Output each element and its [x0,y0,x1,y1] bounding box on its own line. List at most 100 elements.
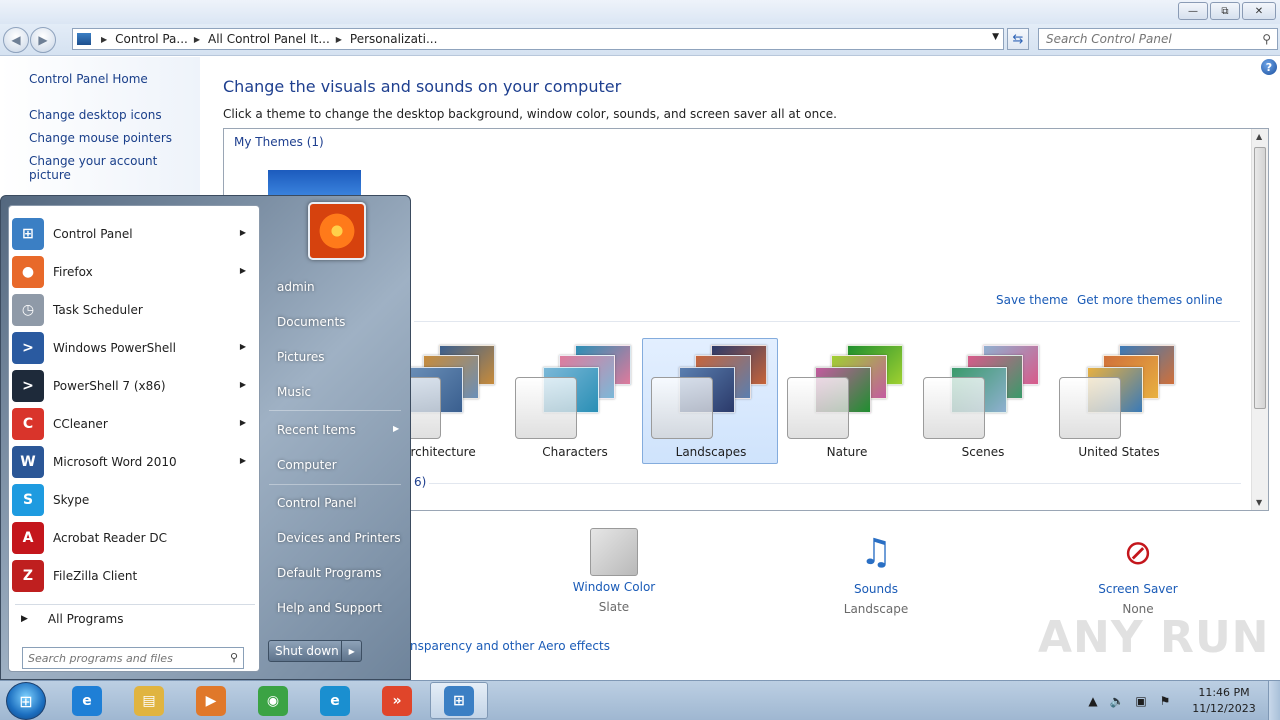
close-button[interactable]: ✕ [1242,2,1276,20]
submenu-arrow-icon[interactable]: ▶ [240,456,246,465]
change-mouse-pointers-link[interactable]: Change mouse pointers [29,131,172,145]
sounds-value: Landscape [843,602,909,616]
scrollbar-thumb[interactable] [1254,147,1266,409]
recent-items-link[interactable]: Recent Items [277,423,356,437]
submenu-arrow-icon[interactable]: ▶ [240,342,246,351]
start-button[interactable]: ⊞ [6,682,46,720]
control-panel-home-link[interactable]: Control Panel Home [29,72,148,86]
start-menu-program[interactable]: > PowerShell 7 (x86) ▶ [12,368,256,404]
documents-link[interactable]: Documents [277,315,345,329]
search-icon[interactable]: ⚲ [230,651,238,664]
clock[interactable]: 11:46 PM 11/12/2023 [1184,685,1264,717]
breadcrumb-personalization[interactable]: Personalizati... [350,32,437,46]
start-menu-program[interactable]: C CCleaner ▶ [12,406,256,442]
scroll-down-icon[interactable]: ▼ [1256,498,1262,507]
change-desktop-icons-link[interactable]: Change desktop icons [29,108,162,122]
start-menu-program[interactable]: Z FileZilla Client [12,558,256,594]
help-icon[interactable]: ? [1261,59,1277,75]
default-programs-link[interactable]: Default Programs [277,566,382,580]
breadcrumb-separator-icon[interactable]: ▶ [101,35,107,44]
start-menu-program[interactable]: S Skype [12,482,256,518]
submenu-arrow-icon[interactable]: ▶ [240,380,246,389]
action-center-flag-icon[interactable]: ⚑ [1156,694,1174,708]
theme-item[interactable]: Nature [778,338,914,464]
taskbar-button[interactable]: ▤ [120,682,178,719]
program-label: CCleaner [53,417,108,431]
control-panel-icon: ⊞ [12,218,44,250]
theme-item[interactable]: Characters [506,338,642,464]
address-bar[interactable]: ▶ Control Pa... ▶ All Control Panel It..… [72,28,1004,50]
breadcrumb-separator-icon[interactable]: ▶ [336,35,342,44]
refresh-icon: ⇆ [1012,31,1024,47]
shutdown-label[interactable]: Shut down [269,644,341,658]
maximize-button[interactable]: ⧉ [1210,2,1240,20]
breadcrumb-all-items[interactable]: All Control Panel It... [208,32,330,46]
user-avatar[interactable] [308,202,366,260]
search-icon[interactable]: ⚲ [1262,32,1271,46]
scroll-up-icon[interactable]: ▲ [1256,132,1262,141]
refresh-button[interactable]: ⇆ [1007,28,1029,50]
taskbar-button[interactable]: ⊞ [430,682,488,719]
ccleaner-icon: C [12,408,44,440]
change-account-picture-link[interactable]: Change your account picture [29,154,200,182]
theme-item[interactable]: Landscapes [642,338,778,464]
start-menu-program[interactable]: ◷ Task Scheduler [12,292,256,328]
breadcrumb-control-panel[interactable]: Control Pa... [115,32,188,46]
start-menu-program[interactable]: A Acrobat Reader DC [12,520,256,556]
window-color-label[interactable]: Window Color [544,580,684,594]
page-subtitle: Click a theme to change the desktop back… [223,107,837,121]
theme-name: Characters [542,445,608,459]
window-color-setting[interactable]: Window Color Slate [544,528,684,614]
theme-item[interactable]: United States [1050,338,1186,464]
start-menu-program[interactable]: ⊞ Control Panel ▶ [12,216,256,252]
back-button[interactable]: ◀ [3,27,29,53]
show-hidden-icons-icon[interactable]: ▲ [1084,694,1102,708]
program-label: Firefox [53,265,93,279]
sounds-setting[interactable]: ♫ Sounds Landscape [806,528,946,616]
save-theme-link[interactable]: Save theme [996,293,1068,307]
taskbar-button[interactable]: ▶ [182,682,240,719]
search-box[interactable]: ⚲ [1038,28,1278,50]
file-explorer-icon: ▤ [134,685,164,716]
minimize-button[interactable]: — [1178,2,1208,20]
address-dropdown-icon[interactable]: ▼ [992,32,999,42]
window-color-value: Slate [598,600,630,614]
search-input[interactable] [1046,32,1246,46]
start-menu-program[interactable]: > Windows PowerShell ▶ [12,330,256,366]
taskbar-button[interactable]: ◉ [244,682,302,719]
start-search-box[interactable]: ⚲ [22,647,244,669]
submenu-arrow-icon[interactable]: ▶ [240,266,246,275]
taskbar-button[interactable]: e [58,682,116,719]
music-link[interactable]: Music [277,385,311,399]
shutdown-button[interactable]: Shut down ▶ [268,640,362,662]
help-support-link[interactable]: Help and Support [277,601,382,615]
computer-link[interactable]: Computer [277,458,337,472]
theme-item[interactable]: Scenes [914,338,1050,464]
taskbar-button[interactable]: e [306,682,364,719]
control-panel-link[interactable]: Control Panel [277,496,357,510]
devices-printers-link[interactable]: Devices and Printers [277,531,401,545]
screen-saver-label[interactable]: Screen Saver [1068,582,1208,596]
submenu-arrow-icon[interactable]: ▶ [240,228,246,237]
my-theme-thumbnail[interactable] [268,170,361,198]
sounds-label[interactable]: Sounds [806,582,946,596]
aero-effects-link[interactable]: nsparency and other Aero effects [410,639,610,653]
start-menu-program[interactable]: ● Firefox ▶ [12,254,256,290]
submenu-arrow-icon[interactable]: ▶ [240,418,246,427]
screen-saver-setting[interactable]: ⊘ Screen Saver None [1068,528,1208,616]
network-icon[interactable]: ▣ [1132,694,1150,708]
start-search-input[interactable] [28,651,218,665]
pictures-link[interactable]: Pictures [277,350,325,364]
taskbar-button[interactable]: » [368,682,426,719]
breadcrumb-separator-icon[interactable]: ▶ [194,35,200,44]
start-menu-program[interactable]: W Microsoft Word 2010 ▶ [12,444,256,480]
program-label: Microsoft Word 2010 [53,455,177,469]
forward-button[interactable]: ▶ [30,27,56,53]
get-more-themes-link[interactable]: Get more themes online [1077,293,1223,307]
user-folder-link[interactable]: admin [277,280,315,294]
themes-scrollbar[interactable]: ▲ ▼ [1251,129,1268,510]
shutdown-options-icon[interactable]: ▶ [341,641,361,661]
all-programs-button[interactable]: ▶ All Programs [21,612,124,626]
volume-icon[interactable]: 🔈 [1108,694,1126,708]
show-desktop-button[interactable] [1268,681,1280,720]
